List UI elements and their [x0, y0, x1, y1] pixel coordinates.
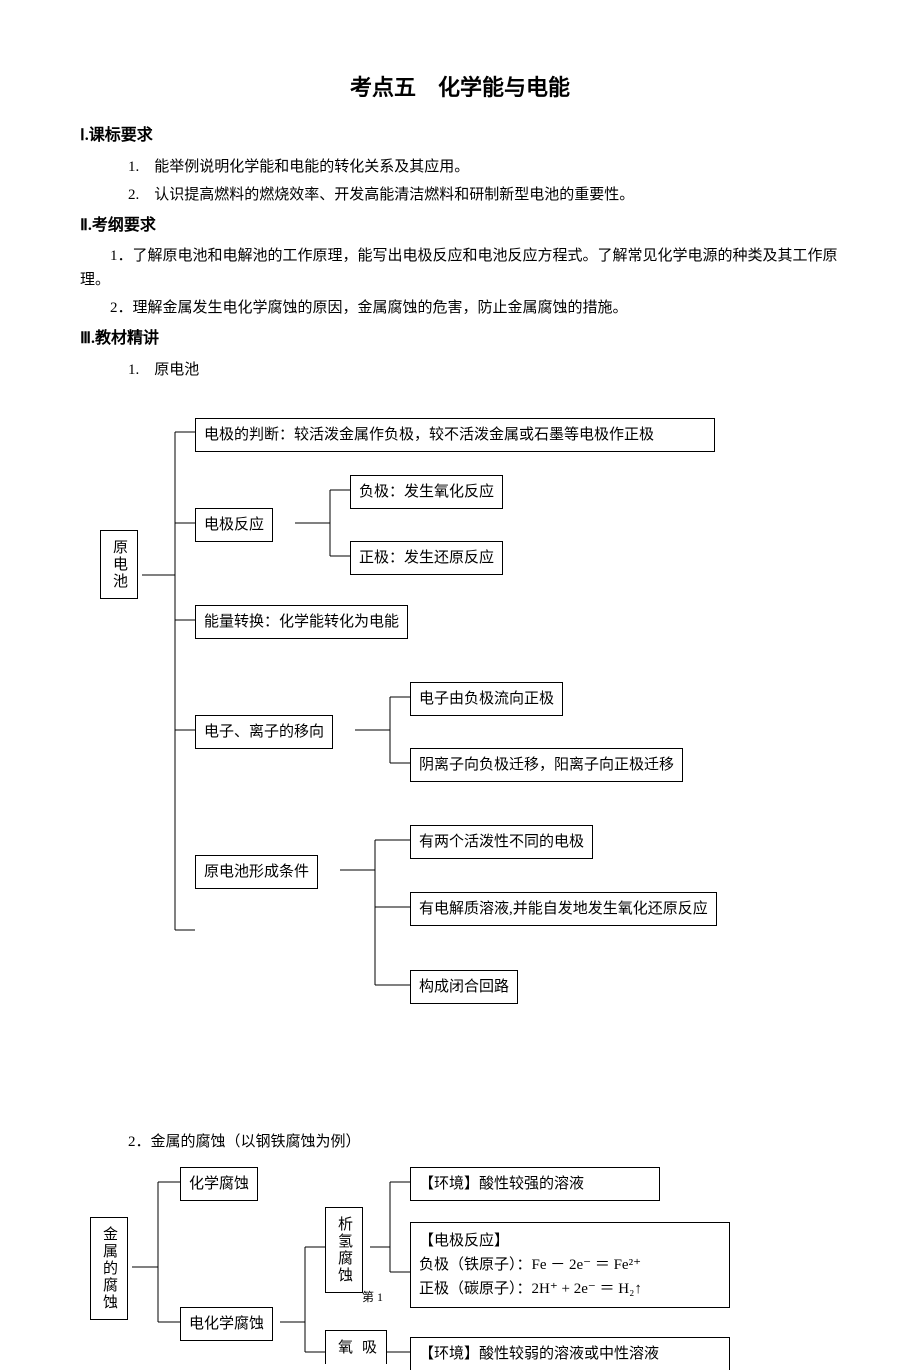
- node-ion-migration: 阴离子向负极迁移，阳离子向正极迁移: [410, 748, 683, 782]
- node-env-acidic: 【环境】酸性较强的溶液: [410, 1167, 660, 1201]
- node-energy-conversion: 能量转换：化学能转化为电能: [195, 605, 408, 639]
- section3-heading: Ⅲ.教材精讲: [80, 326, 840, 352]
- diagram-metal-corrosion: 金属的腐蚀 化学腐蚀 电化学腐蚀 析氢腐蚀 吸氧 【环境】酸性较强的溶液 【电极…: [80, 1162, 840, 1362]
- node-hydrogen-evolution: 析氢腐蚀: [325, 1207, 363, 1293]
- root-metal-corrosion: 金属的腐蚀: [90, 1217, 128, 1320]
- section1-item1: 1. 能举例说明化学能和电能的转化关系及其应用。: [98, 155, 840, 179]
- node-formation-conditions: 原电池形成条件: [195, 855, 318, 889]
- node-two-electrodes: 有两个活泼性不同的电极: [410, 825, 593, 859]
- negative-electrode-rxn: 负极（铁原子）：Fe － 2e⁻ ＝ Fe²⁺: [419, 1253, 721, 1277]
- page-number-fragment: 第 1: [362, 1288, 383, 1307]
- root-galvanic-cell: 原电池: [100, 530, 138, 599]
- node-electrode-judge: 电极的判断：较活泼金属作负极，较不活泼金属或石墨等电极作正极: [195, 418, 715, 452]
- node-electrode-reaction-detail: 【电极反应】 负极（铁原子）：Fe － 2e⁻ ＝ Fe²⁺ 正极（碳原子）：2…: [410, 1222, 730, 1308]
- section3-item2: 2．金属的腐蚀（以钢铁腐蚀为例）: [98, 1130, 840, 1154]
- node-electrolyte: 有电解质溶液,并能自发地发生氧化还原反应: [410, 892, 717, 926]
- section2-item2: 2．理解金属发生电化学腐蚀的原因，金属腐蚀的危害，防止金属腐蚀的措施。: [80, 296, 840, 320]
- section2-item1: 1．了解原电池和电解池的工作原理，能写出电极反应和电池反应方程式。了解常见化学电…: [80, 244, 840, 292]
- node-env-weak: 【环境】酸性较弱的溶液或中性溶液: [410, 1337, 730, 1370]
- node-negative-electrode: 负极：发生氧化反应: [350, 475, 503, 509]
- node-ion-movement: 电子、离子的移向: [195, 715, 333, 749]
- page-title: 考点五 化学能与电能: [80, 70, 840, 105]
- node-closed-circuit: 构成闭合回路: [410, 970, 518, 1004]
- node-oxygen-absorption: 吸氧: [325, 1330, 387, 1364]
- node-electrode-reaction: 电极反应: [195, 508, 273, 542]
- section2-heading: Ⅱ.考纲要求: [80, 213, 840, 239]
- node-chemical-corrosion: 化学腐蚀: [180, 1167, 258, 1201]
- section1-item2: 2. 认识提高燃料的燃烧效率、开发高能清洁燃料和研制新型电池的重要性。: [98, 183, 840, 207]
- section3-item1: 1. 原电池: [98, 358, 840, 382]
- positive-electrode-rxn: 正极（碳原子）：2H⁺ + 2e⁻ ＝ H₂↑: [419, 1277, 721, 1301]
- section1-heading: Ⅰ.课标要求: [80, 123, 840, 149]
- label-electrode-reaction: 【电极反应】: [419, 1229, 721, 1253]
- node-electrochem-corrosion: 电化学腐蚀: [180, 1307, 273, 1341]
- diagram-galvanic-cell: 原电池 电极的判断：较活泼金属作负极，较不活泼金属或石墨等电极作正极 电极反应 …: [80, 410, 840, 1050]
- node-electron-flow: 电子由负极流向正极: [410, 682, 563, 716]
- node-positive-electrode: 正极：发生还原反应: [350, 541, 503, 575]
